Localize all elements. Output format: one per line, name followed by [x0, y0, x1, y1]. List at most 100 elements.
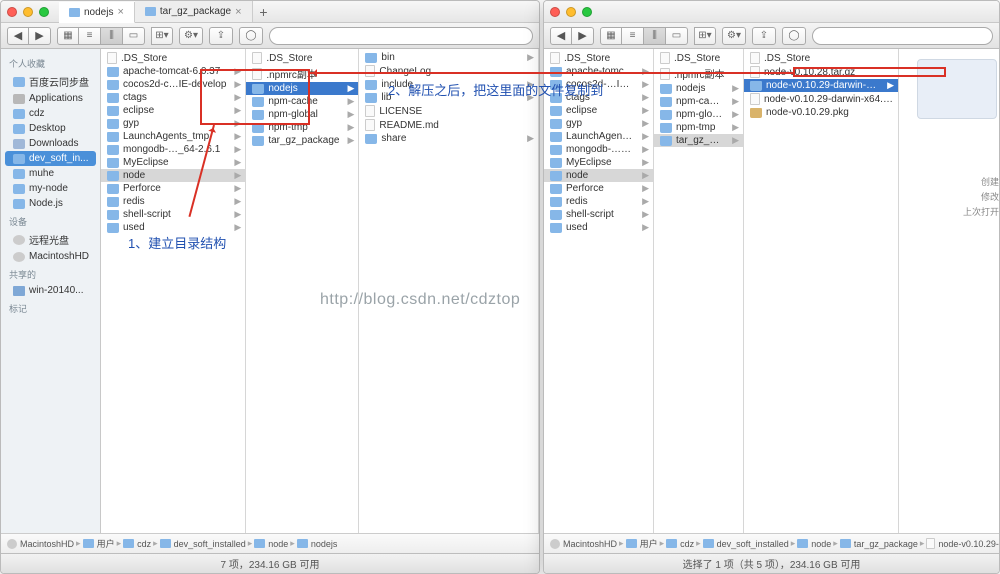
path-bar[interactable]: MacintoshHD▸用户▸cdz▸dev_soft_installed▸no…	[1, 533, 539, 553]
minimize-button[interactable]	[23, 7, 33, 17]
share-button[interactable]: ⇪	[752, 27, 776, 45]
file-row[interactable]: bin▶	[359, 51, 538, 64]
view-list-button[interactable]: ≡	[622, 27, 644, 45]
path-crumb[interactable]: dev_soft_installed	[703, 539, 789, 549]
path-crumb[interactable]: dev_soft_installed	[160, 539, 246, 549]
file-row[interactable]: cocos2d-c…IE-develop▶	[101, 78, 245, 91]
columns[interactable]: .DS_Storeapache-tomcat-6.0.37▶cocos2d-c……	[101, 49, 539, 533]
file-row[interactable]: redis▶	[101, 195, 245, 208]
file-row[interactable]: gyp▶	[101, 117, 245, 130]
sidebar-item[interactable]: dev_soft_in...	[5, 151, 96, 166]
path-crumb[interactable]: cdz	[123, 539, 151, 549]
file-row[interactable]: node▶	[101, 169, 245, 182]
search-input[interactable]	[812, 27, 993, 45]
view-cover-button[interactable]: ▭	[666, 27, 688, 45]
path-bar[interactable]: MacintoshHD▸用户▸cdz▸dev_soft_installed▸no…	[544, 533, 999, 553]
file-row[interactable]: node-v0.10.29.pkg	[744, 106, 898, 119]
minimize-button[interactable]	[566, 7, 576, 17]
path-crumb[interactable]: node-v0.10.29-darwin-x64.tar.gz	[926, 538, 999, 549]
action-button[interactable]: ⚙▾	[722, 27, 746, 45]
file-row[interactable]: npm-global▶	[654, 108, 743, 121]
path-crumb[interactable]: nodejs	[297, 539, 338, 549]
file-row[interactable]: MyEclipse▶	[101, 156, 245, 169]
sidebar-item[interactable]: Applications	[1, 91, 100, 106]
back-button[interactable]: ◀	[7, 27, 29, 45]
share-button[interactable]: ⇪	[209, 27, 233, 45]
file-row[interactable]: apache-tomcat-6.0.37▶	[101, 65, 245, 78]
search-input[interactable]	[269, 27, 533, 45]
sidebar-item[interactable]: MacintoshHD	[1, 249, 100, 264]
sidebar-item[interactable]: my-node	[1, 181, 100, 196]
file-row[interactable]: Perforce▶	[101, 182, 245, 195]
sidebar-item[interactable]: cdz	[1, 106, 100, 121]
arrange-button[interactable]: ⊞▾	[151, 27, 173, 45]
file-row[interactable]: include▶	[359, 78, 538, 91]
view-icon-button[interactable]: ▦	[57, 27, 79, 45]
zoom-button[interactable]	[39, 7, 49, 17]
tab-nodejs[interactable]: nodejs×	[59, 2, 135, 23]
close-button[interactable]	[550, 7, 560, 17]
sidebar-item[interactable]: Downloads	[1, 136, 100, 151]
path-crumb[interactable]: tar_gz_package	[840, 539, 918, 549]
file-row[interactable]: eclipse▶	[544, 104, 653, 117]
new-tab-button[interactable]: +	[253, 4, 275, 20]
sidebar-item[interactable]: muhe	[1, 166, 100, 181]
file-row[interactable]: LaunchAgents_tmp▶	[544, 130, 653, 143]
file-row[interactable]: nodejs▶	[246, 82, 358, 95]
view-icon-button[interactable]: ▦	[600, 27, 622, 45]
file-row[interactable]: lib▶	[359, 91, 538, 104]
view-cover-button[interactable]: ▭	[123, 27, 145, 45]
file-row[interactable]: npm-global▶	[246, 108, 358, 121]
path-crumb[interactable]: MacintoshHD	[550, 539, 617, 549]
titlebar[interactable]	[544, 1, 999, 23]
file-row[interactable]: gyp▶	[544, 117, 653, 130]
file-row[interactable]: used▶	[101, 221, 245, 234]
file-row[interactable]: .DS_Store	[246, 51, 358, 65]
sidebar-item[interactable]: 百度云同步盘	[1, 72, 100, 91]
path-crumb[interactable]: node	[254, 539, 288, 549]
back-button[interactable]: ◀	[550, 27, 572, 45]
file-row[interactable]: .DS_Store	[744, 51, 898, 65]
file-row[interactable]: apache-tomcat-6.0.37▶	[544, 65, 653, 78]
file-row[interactable]: cocos2d-…IE-develop▶	[544, 78, 653, 91]
file-row[interactable]: shell-script▶	[544, 208, 653, 221]
file-row[interactable]: node-v0.10.29-darwin-x64▶	[744, 79, 898, 92]
file-row[interactable]: node▶	[544, 169, 653, 182]
file-row[interactable]: .DS_Store	[654, 51, 743, 65]
file-row[interactable]: redis▶	[544, 195, 653, 208]
close-tab-icon[interactable]: ×	[117, 6, 123, 18]
tab-targz[interactable]: tar_gz_package×	[135, 1, 253, 22]
file-row[interactable]: README.md	[359, 118, 538, 132]
file-row[interactable]: eclipse▶	[101, 104, 245, 117]
file-row[interactable]: ChangeLog	[359, 64, 538, 78]
file-row[interactable]: used▶	[544, 221, 653, 234]
file-row[interactable]: .DS_Store	[544, 51, 653, 65]
file-row[interactable]: ctags▶	[544, 91, 653, 104]
file-row[interactable]: nodejs▶	[654, 82, 743, 95]
file-row[interactable]: tar_gz_package▶	[654, 134, 743, 147]
zoom-button[interactable]	[582, 7, 592, 17]
view-column-button[interactable]: ⫼	[644, 27, 666, 45]
sidebar-item[interactable]: Desktop	[1, 121, 100, 136]
view-list-button[interactable]: ≡	[79, 27, 101, 45]
close-button[interactable]	[7, 7, 17, 17]
titlebar[interactable]: nodejs× tar_gz_package× +	[1, 1, 539, 23]
file-row[interactable]: LaunchAgents_tmp▶	[101, 130, 245, 143]
file-row[interactable]: .DS_Store	[101, 51, 245, 65]
file-row[interactable]: mongodb-…_64-2.6.1▶	[544, 143, 653, 156]
arrange-button[interactable]: ⊞▾	[694, 27, 716, 45]
path-crumb[interactable]: cdz	[666, 539, 694, 549]
close-tab-icon[interactable]: ×	[235, 6, 241, 18]
sidebar-item[interactable]: 远程光盘	[1, 230, 100, 249]
file-row[interactable]: npm-tmp▶	[654, 121, 743, 134]
path-crumb[interactable]: node	[797, 539, 831, 549]
columns[interactable]: .DS_Storeapache-tomcat-6.0.37▶cocos2d-…I…	[544, 49, 999, 533]
view-column-button[interactable]: ⫼	[101, 27, 123, 45]
tags-button[interactable]: ◯	[782, 27, 806, 45]
path-crumb[interactable]: MacintoshHD	[7, 539, 74, 549]
file-row[interactable]: .npmrc副本	[246, 65, 358, 82]
file-row[interactable]: npm-tmp▶	[246, 121, 358, 134]
file-row[interactable]: npm-cache▶	[246, 95, 358, 108]
path-crumb[interactable]: 用户	[626, 537, 658, 550]
file-row[interactable]: node-v0.10.29-darwin-x64.tar.gz	[744, 92, 898, 106]
